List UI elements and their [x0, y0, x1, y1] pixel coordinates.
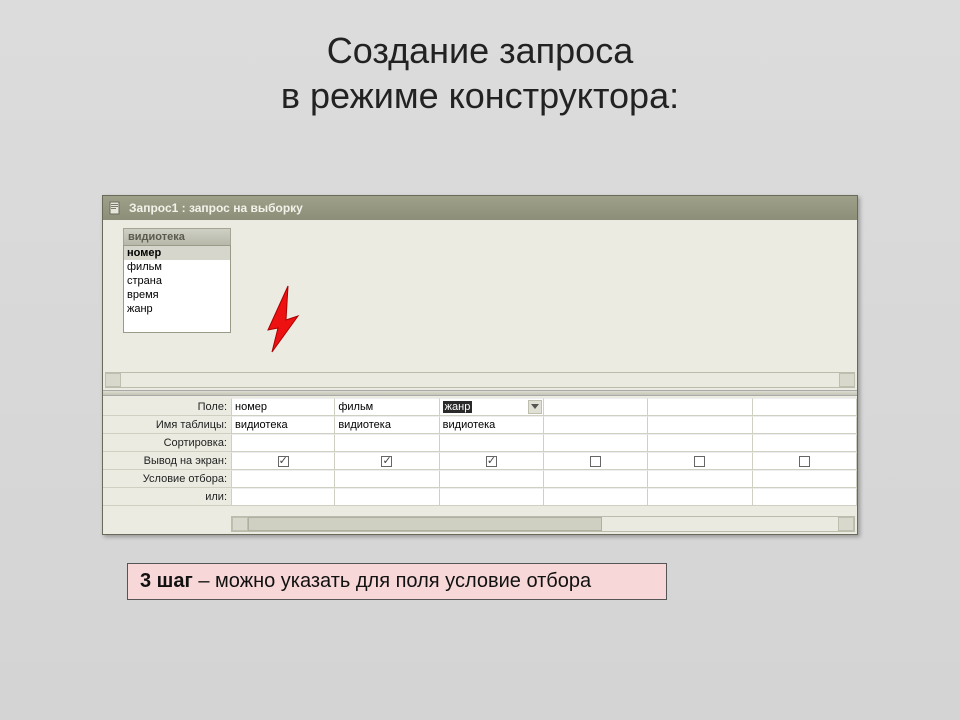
design-grid[interactable]: Поле:номерфильмжанрИмя таблицы:видиотека…: [103, 398, 857, 506]
grid-cell[interactable]: [544, 470, 648, 488]
grid-cell[interactable]: [753, 452, 857, 470]
field-item[interactable]: страна: [124, 274, 230, 288]
scroll-track[interactable]: [248, 517, 838, 531]
grid-cell[interactable]: [648, 416, 752, 434]
grid-cell[interactable]: [648, 434, 752, 452]
field-item[interactable]: номер: [124, 246, 230, 260]
scroll-left-button[interactable]: [105, 373, 121, 387]
pointer-arrow-icon: [250, 280, 310, 365]
grid-cell[interactable]: [440, 452, 544, 470]
title-line2: в режиме конструктора:: [281, 75, 679, 116]
grid-cell[interactable]: жанр: [440, 398, 544, 416]
scroll-right-button[interactable]: [839, 373, 855, 387]
step3-text: – можно указать для поля условие отбора: [193, 570, 591, 592]
field-item[interactable]: время: [124, 288, 230, 302]
show-checkbox[interactable]: [694, 456, 705, 467]
grid-cell[interactable]: [544, 398, 648, 416]
grid-cell[interactable]: [753, 416, 857, 434]
design-grid-area: Поле:номерфильмжанрИмя таблицы:видиотека…: [103, 396, 857, 534]
window-title: Запрос1 : запрос на выборку: [129, 201, 303, 215]
grid-row-label: Имя таблицы:: [103, 416, 231, 434]
grid-cell[interactable]: [753, 470, 857, 488]
field-item[interactable]: фильм: [124, 260, 230, 274]
grid-cell[interactable]: [544, 488, 648, 506]
window-body: видиотека номерфильмстранавремяжанр Поле…: [103, 220, 857, 534]
grid-cell[interactable]: [753, 398, 857, 416]
grid-cell[interactable]: [544, 452, 648, 470]
grid-cell[interactable]: [231, 434, 335, 452]
chevron-down-icon[interactable]: [528, 400, 542, 414]
grid-cell[interactable]: [231, 488, 335, 506]
table-panel-header[interactable]: видиотека: [123, 228, 231, 245]
upper-hscrollbar[interactable]: [105, 372, 855, 388]
grid-row-label: Сортировка:: [103, 434, 231, 452]
titlebar[interactable]: Запрос1 : запрос на выборку: [103, 196, 857, 220]
table-field-list[interactable]: номерфильмстранавремяжанр: [123, 245, 231, 333]
document-icon: [107, 200, 123, 216]
scroll-left-button[interactable]: [232, 517, 248, 531]
grid-cell[interactable]: [335, 470, 439, 488]
title-line1: Создание запроса: [327, 30, 633, 71]
show-checkbox[interactable]: [799, 456, 810, 467]
grid-cell[interactable]: [440, 488, 544, 506]
selected-field-text: жанр: [443, 401, 473, 413]
grid-cell[interactable]: [648, 488, 752, 506]
grid-cell[interactable]: фильм: [335, 398, 439, 416]
grid-cell[interactable]: [440, 470, 544, 488]
grid-cell[interactable]: [231, 470, 335, 488]
grid-cell[interactable]: [544, 416, 648, 434]
grid-cell[interactable]: видиотека: [335, 416, 439, 434]
callout-step3: 3 шаг – можно указать для поля условие о…: [127, 563, 667, 600]
field-item[interactable]: жанр: [124, 302, 230, 316]
show-checkbox[interactable]: [278, 456, 289, 467]
lower-hscrollbar[interactable]: [231, 516, 855, 532]
grid-cell[interactable]: [648, 452, 752, 470]
grid-cell[interactable]: [440, 434, 544, 452]
step3-bold: 3 шаг: [140, 570, 193, 592]
grid-cell[interactable]: [231, 452, 335, 470]
scroll-track[interactable]: [121, 373, 839, 387]
grid-cell[interactable]: [544, 434, 648, 452]
grid-cell[interactable]: видиотека: [440, 416, 544, 434]
grid-cell[interactable]: видиотека: [231, 416, 335, 434]
grid-cell[interactable]: [753, 434, 857, 452]
show-checkbox[interactable]: [381, 456, 392, 467]
scroll-thumb[interactable]: [248, 517, 602, 531]
grid-cell[interactable]: [753, 488, 857, 506]
query-design-window: Запрос1 : запрос на выборку видиотека но…: [102, 195, 858, 535]
table-panel[interactable]: видиотека номерфильмстранавремяжанр: [123, 228, 231, 333]
slide-title: Создание запроса в режиме конструктора:: [0, 0, 960, 118]
grid-cell[interactable]: [335, 452, 439, 470]
show-checkbox[interactable]: [590, 456, 601, 467]
grid-cell[interactable]: номер: [231, 398, 335, 416]
grid-row-label: или:: [103, 488, 231, 506]
grid-cell[interactable]: [648, 398, 752, 416]
grid-row-label: Поле:: [103, 398, 231, 416]
scroll-right-button[interactable]: [838, 517, 854, 531]
grid-cell[interactable]: [335, 434, 439, 452]
grid-cell[interactable]: [648, 470, 752, 488]
grid-row-label: Вывод на экран:: [103, 452, 231, 470]
grid-cell[interactable]: [335, 488, 439, 506]
grid-row-label: Условие отбора:: [103, 470, 231, 488]
show-checkbox[interactable]: [486, 456, 497, 467]
